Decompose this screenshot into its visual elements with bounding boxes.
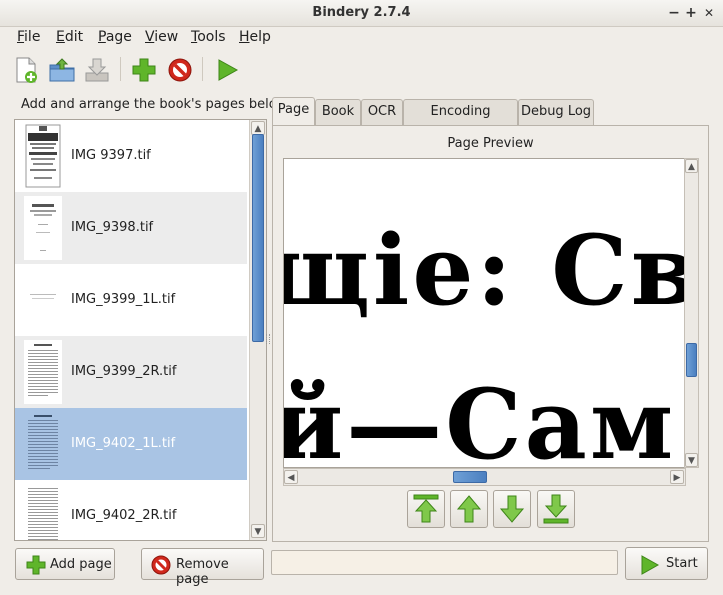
page-name: IMG 9397.tif xyxy=(71,148,151,163)
page-thumbnail xyxy=(24,196,62,260)
minimize-button[interactable]: − xyxy=(665,4,683,22)
scroll-up-icon[interactable]: ▲ xyxy=(251,121,265,135)
scroll-thumb[interactable] xyxy=(252,134,264,342)
menu-mnemonic: P xyxy=(98,29,106,45)
tab-book[interactable]: Book xyxy=(315,99,361,125)
move-down-icon xyxy=(499,495,525,523)
progress-bar xyxy=(271,550,618,575)
move-to-top-button[interactable] xyxy=(407,490,445,528)
menu-label: dit xyxy=(64,29,84,45)
move-up-button[interactable] xyxy=(450,490,488,528)
page-tab-panel: Page Preview щіе: Свя й—Сам ▲ ▼ ◀ ▶ xyxy=(272,125,709,542)
preview-vertical-scrollbar[interactable]: ▲ ▼ xyxy=(684,158,699,468)
page-thumbnail xyxy=(24,124,62,188)
menu-bar: File Edit Page View Tools Help xyxy=(0,27,723,49)
page-thumbnail xyxy=(24,268,62,332)
close-button[interactable]: ✕ xyxy=(700,4,718,22)
scroll-right-icon[interactable]: ▶ xyxy=(670,470,684,484)
toolbar xyxy=(0,50,723,88)
list-item-selected[interactable]: IMG_9402_1L.tif xyxy=(15,408,247,480)
add-page-label: Add page xyxy=(50,557,112,572)
splitter-handle[interactable] xyxy=(266,334,270,344)
scroll-down-icon[interactable]: ▼ xyxy=(685,453,698,467)
page-preview-label: Page Preview xyxy=(447,136,534,151)
list-item[interactable]: IMG_9402_2R.tif xyxy=(15,480,247,540)
menu-label: age xyxy=(105,29,132,45)
preview-text-line-1: щіе: Свя xyxy=(283,214,685,327)
menu-mnemonic: V xyxy=(145,29,155,45)
page-name: IMG_9402_1L.tif xyxy=(71,436,176,451)
toolbar-separator xyxy=(202,57,203,81)
tab-page[interactable]: Page xyxy=(272,97,315,126)
scroll-up-icon[interactable]: ▲ xyxy=(685,159,698,173)
new-document-icon[interactable] xyxy=(11,55,41,85)
preview-horizontal-scrollbar[interactable]: ◀ ▶ xyxy=(283,468,686,486)
tab-ocr[interactable]: OCR xyxy=(361,99,403,125)
menu-label: ools xyxy=(197,29,226,45)
page-name: IMG_9399_2R.tif xyxy=(71,364,177,379)
list-item[interactable]: IMG_9399_1L.tif xyxy=(15,264,247,336)
pages-header: Add and arrange the book's pages below xyxy=(21,97,288,112)
preview-text-line-2: й—Сам xyxy=(283,368,677,468)
move-to-bottom-button[interactable] xyxy=(537,490,575,528)
start-button[interactable]: Start xyxy=(625,547,708,580)
page-thumbnail xyxy=(24,484,62,540)
run-icon xyxy=(641,555,660,575)
move-down-button[interactable] xyxy=(493,490,531,528)
remove-icon[interactable] xyxy=(165,55,195,85)
toolbar-separator xyxy=(120,57,121,81)
menu-file[interactable]: File xyxy=(17,29,40,45)
window-title: Bindery 2.7.4 xyxy=(312,5,411,20)
list-scrollbar[interactable]: ▲ ▼ xyxy=(249,120,266,540)
page-name: IMG_9402_2R.tif xyxy=(71,508,177,523)
menu-label: elp xyxy=(249,29,271,45)
list-item[interactable]: IMG 9397.tif xyxy=(15,120,247,192)
move-to-bottom-icon xyxy=(543,494,569,524)
menu-mnemonic: F xyxy=(17,29,25,45)
scroll-left-icon[interactable]: ◀ xyxy=(284,470,298,484)
page-preview-image[interactable]: щіе: Свя й—Сам xyxy=(283,158,686,468)
page-list[interactable]: IMG 9397.tif IMG_9398.tif IMG_9399_1L.ti… xyxy=(14,119,267,541)
maximize-button[interactable]: + xyxy=(682,4,700,22)
page-thumbnail xyxy=(24,412,62,476)
menu-page[interactable]: Page xyxy=(98,29,132,45)
tab-encoding-options[interactable]: Encoding Options xyxy=(403,99,518,143)
menu-tools[interactable]: Tools xyxy=(191,29,226,45)
menu-help[interactable]: Help xyxy=(239,29,271,45)
menu-mnemonic: H xyxy=(239,29,250,45)
scroll-thumb[interactable] xyxy=(686,343,697,377)
run-icon[interactable] xyxy=(212,55,242,85)
menu-label: iew xyxy=(154,29,179,45)
page-name: IMG_9399_1L.tif xyxy=(71,292,176,307)
page-name: IMG_9398.tif xyxy=(71,220,154,235)
menu-mnemonic: E xyxy=(56,29,65,45)
scroll-thumb[interactable] xyxy=(453,471,487,483)
add-icon xyxy=(26,555,46,575)
scroll-down-icon[interactable]: ▼ xyxy=(251,524,265,538)
start-label: Start xyxy=(666,556,698,571)
remove-page-label: Remove page xyxy=(176,557,229,587)
menu-label: ile xyxy=(24,29,41,45)
save-icon[interactable] xyxy=(82,55,112,85)
move-up-icon xyxy=(456,495,482,523)
add-icon[interactable] xyxy=(129,55,159,85)
remove-page-button[interactable]: Remove page xyxy=(141,548,264,587)
remove-icon xyxy=(151,555,171,575)
move-to-top-icon xyxy=(413,494,439,523)
open-folder-icon[interactable] xyxy=(47,55,77,85)
menu-edit[interactable]: Edit xyxy=(56,29,83,45)
menu-view[interactable]: View xyxy=(145,29,178,45)
list-item[interactable]: IMG_9399_2R.tif xyxy=(15,336,247,408)
tab-debug-log[interactable]: Debug Log xyxy=(518,99,594,125)
page-thumbnail xyxy=(24,340,62,404)
title-bar: Bindery 2.7.4 − + ✕ xyxy=(0,0,723,27)
add-page-button[interactable]: Add page xyxy=(15,548,115,580)
list-item[interactable]: IMG_9398.tif xyxy=(15,192,247,264)
